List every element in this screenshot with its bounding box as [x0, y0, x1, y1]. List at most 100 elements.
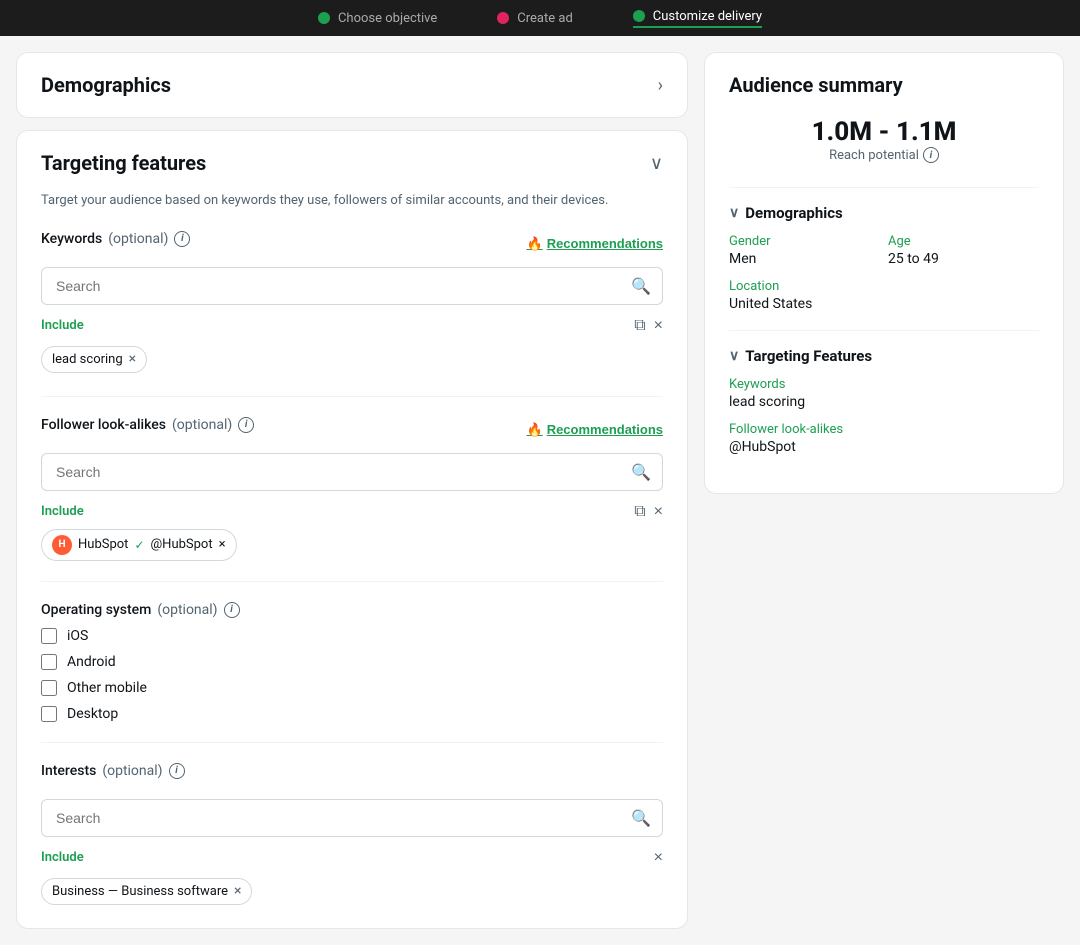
tag-hubspot: H HubSpot ✓ @HubSpot × — [41, 529, 237, 561]
hubspot-verified-icon: ✓ — [134, 538, 144, 552]
tag-lead-scoring-close[interactable]: × — [129, 352, 136, 366]
os-checkbox-other-mobile[interactable] — [41, 680, 57, 696]
hubspot-avatar: H — [52, 535, 72, 555]
summary-demographics-chevron: ∨ — [729, 205, 739, 221]
hubspot-handle: @HubSpot — [151, 537, 213, 552]
reach-info-icon[interactable]: i — [923, 147, 939, 163]
summary-demographics-header[interactable]: ∨ Demographics — [729, 204, 1039, 222]
keywords-section: Keywords (optional) i 🔥 Recommendations … — [41, 231, 663, 376]
summary-location: Location United States — [729, 279, 1039, 312]
os-checkbox-android[interactable] — [41, 654, 57, 670]
summary-follower-lookalikes-label: Follower look-alikes — [729, 422, 1039, 437]
summary-gender-label: Gender — [729, 234, 880, 249]
os-option-android[interactable]: Android — [41, 654, 663, 670]
os-checkbox-list: iOS Android Other mobile Desktop — [41, 628, 663, 722]
follower-lookalikes-close-button[interactable]: × — [654, 503, 663, 521]
follower-lookalikes-search-input[interactable] — [41, 453, 663, 491]
nav-label-choose-objective: Choose objective — [338, 11, 437, 26]
summary-targeting-label: Targeting Features — [745, 347, 872, 365]
interests-search-input[interactable] — [41, 799, 663, 837]
nav-dot-choose-objective — [318, 12, 330, 24]
summary-age: Age 25 to 49 — [888, 234, 1039, 267]
follower-lookalikes-search-wrap: 🔍 — [41, 453, 663, 491]
os-option-other-mobile[interactable]: Other mobile — [41, 680, 663, 696]
interests-section: Interests (optional) i 🔍 Include × — [41, 763, 663, 908]
summary-targeting-header[interactable]: ∨ Targeting Features — [729, 347, 1039, 365]
summary-follower-lookalikes-value: @HubSpot — [729, 439, 1039, 455]
tag-business-software-close[interactable]: × — [234, 884, 241, 898]
keywords-search-input[interactable] — [41, 267, 663, 305]
keywords-close-button[interactable]: × — [654, 317, 663, 335]
interests-tags: Business — Business software × — [41, 875, 663, 908]
summary-targeting-section: ∨ Targeting Features Keywords lead scori… — [729, 347, 1039, 455]
summary-divider-1 — [729, 187, 1039, 188]
interests-header-row: Interests (optional) i — [41, 763, 663, 789]
nav-label-customize-delivery: Customize delivery — [653, 9, 762, 24]
nav-dot-create-ad — [497, 12, 509, 24]
os-checkbox-desktop[interactable] — [41, 706, 57, 722]
tag-business-software: Business — Business software × — [41, 878, 252, 905]
summary-targeting-grid: Keywords lead scoring Follower look-alik… — [729, 377, 1039, 455]
keywords-recommendations-button[interactable]: 🔥 Recommendations — [527, 236, 664, 252]
follower-lookalikes-header-row: Follower look-alikes (optional) i 🔥 Reco… — [41, 417, 663, 443]
interests-include-row: Include × — [41, 849, 663, 867]
keywords-label: Keywords (optional) i — [41, 231, 190, 247]
os-option-desktop[interactable]: Desktop — [41, 706, 663, 722]
summary-divider-2 — [729, 330, 1039, 331]
keywords-search-wrap: 🔍 — [41, 267, 663, 305]
demographics-title: Demographics — [41, 73, 171, 97]
keywords-include-actions: ⧉ × — [634, 317, 663, 335]
summary-demographics-section: ∨ Demographics Gender Men Age 25 to 49 L… — [729, 204, 1039, 312]
nav-step-create-ad[interactable]: Create ad — [497, 11, 573, 26]
interests-include-label: Include — [41, 850, 84, 865]
divider-1 — [41, 396, 663, 397]
tag-lead-scoring: lead scoring × — [41, 346, 147, 373]
right-panel: Audience summary 1.0M - 1.1M Reach poten… — [704, 52, 1064, 929]
targeting-header: Targeting features ∨ — [41, 151, 663, 175]
audience-summary-card: Audience summary 1.0M - 1.1M Reach poten… — [704, 52, 1064, 494]
summary-targeting-chevron: ∨ — [729, 348, 739, 364]
operating-system-section: Operating system (optional) i iOS Androi… — [41, 602, 663, 722]
os-info-icon[interactable]: i — [224, 602, 240, 618]
follower-lookalikes-info-icon[interactable]: i — [238, 417, 254, 433]
demographics-card: Demographics › — [16, 52, 688, 118]
follower-lookalikes-recommendations-button[interactable]: 🔥 Recommendations — [527, 422, 664, 438]
summary-age-label: Age — [888, 234, 1039, 249]
keywords-tags: lead scoring × — [41, 343, 663, 376]
demographics-card-header: Demographics › — [41, 73, 663, 97]
keywords-include-row: Include ⧉ × — [41, 317, 663, 335]
os-checkbox-ios[interactable] — [41, 628, 57, 644]
summary-gender-value: Men — [729, 251, 880, 267]
keywords-copy-button[interactable]: ⧉ — [634, 317, 645, 335]
summary-age-value: 25 to 49 — [888, 251, 1039, 267]
nav-dot-customize-delivery — [633, 10, 645, 22]
summary-gender: Gender Men — [729, 234, 880, 267]
keywords-header-row: Keywords (optional) i 🔥 Recommendations — [41, 231, 663, 257]
follower-lookalikes-include-actions: ⧉ × — [634, 503, 663, 521]
follower-lookalikes-include-row: Include ⧉ × — [41, 503, 663, 521]
interests-close-button[interactable]: × — [654, 849, 663, 867]
audience-summary-title: Audience summary — [729, 73, 1039, 97]
fire-icon-keywords: 🔥 — [527, 236, 543, 252]
nav-step-customize-delivery[interactable]: Customize delivery — [633, 9, 762, 28]
nav-step-choose-objective[interactable]: Choose objective — [318, 11, 437, 26]
nav-label-create-ad: Create ad — [517, 11, 573, 26]
summary-keywords-value: lead scoring — [729, 394, 1039, 410]
divider-2 — [41, 581, 663, 582]
keywords-info-icon[interactable]: i — [174, 231, 190, 247]
operating-system-label: Operating system (optional) i — [41, 602, 663, 618]
summary-location-label: Location — [729, 279, 1039, 294]
os-option-ios[interactable]: iOS — [41, 628, 663, 644]
hubspot-name: HubSpot — [78, 537, 128, 552]
demographics-chevron-right[interactable]: › — [658, 75, 663, 96]
tag-hubspot-close[interactable]: × — [219, 537, 226, 552]
reach-number: 1.0M - 1.1M — [729, 117, 1039, 147]
targeting-chevron-down[interactable]: ∨ — [650, 153, 663, 174]
follower-lookalikes-tags: H HubSpot ✓ @HubSpot × — [41, 529, 663, 561]
follower-lookalikes-copy-button[interactable]: ⧉ — [634, 503, 645, 521]
main-layout: Demographics › Targeting features ∨ Targ… — [0, 36, 1080, 945]
summary-keywords: Keywords lead scoring — [729, 377, 1039, 410]
interests-info-icon[interactable]: i — [169, 763, 185, 779]
interests-include-actions: × — [654, 849, 663, 867]
follower-lookalikes-section: Follower look-alikes (optional) i 🔥 Reco… — [41, 417, 663, 561]
